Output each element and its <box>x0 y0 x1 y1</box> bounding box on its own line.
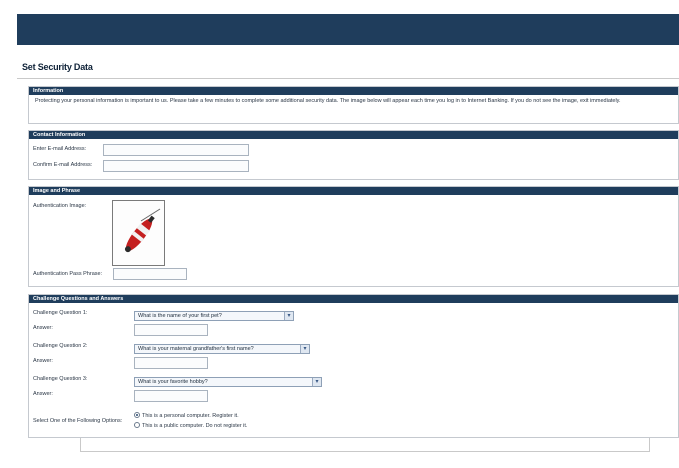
answer-2-field[interactable] <box>134 357 208 369</box>
page-title: Set Security Data <box>22 62 93 72</box>
information-header: Information <box>29 87 678 95</box>
answer-3-label: Answer: <box>33 391 53 397</box>
contact-header: Contact Information <box>29 131 678 139</box>
question-2-label: Challenge Question 2: <box>33 343 88 349</box>
chevron-down-icon: ▾ <box>284 312 293 320</box>
challenge-header: Challenge Questions and Answers <box>29 295 678 303</box>
option-personal-computer[interactable]: This is a personal computer. Register it… <box>134 412 239 419</box>
answer-1-label: Answer: <box>33 325 53 331</box>
answer-2-label: Answer: <box>33 358 53 364</box>
radio-button-selected[interactable] <box>134 412 140 418</box>
question-2-selected: What is your maternal grandfather's firs… <box>138 346 254 352</box>
question-3-select[interactable]: What is your favorite hobby? ▾ <box>134 377 322 387</box>
pass-phrase-label: Authentication Pass Phrase: <box>33 271 103 277</box>
options-label: Select One of the Following Options: <box>33 418 123 424</box>
chevron-down-icon: ▾ <box>312 378 321 386</box>
chevron-down-icon: ▾ <box>300 345 309 353</box>
top-banner <box>17 14 679 45</box>
auth-image-label: Authentication Image: <box>33 203 87 209</box>
form-footer <box>80 438 650 452</box>
image-phrase-section: Image and Phrase Authentication Image: A… <box>28 186 679 287</box>
answer-3-field[interactable] <box>134 390 208 402</box>
option-personal-label: This is a personal computer. Register it… <box>142 413 239 419</box>
email-field[interactable] <box>103 144 249 156</box>
pass-phrase-field[interactable] <box>113 268 187 280</box>
email-label: Enter E-mail Address: <box>33 146 87 152</box>
answer-1-field[interactable] <box>134 324 208 336</box>
question-1-select[interactable]: What is the name of your first pet? ▾ <box>134 311 294 321</box>
option-public-label: This is a public computer. Do not regist… <box>142 423 248 429</box>
option-public-computer[interactable]: This is a public computer. Do not regist… <box>134 422 247 429</box>
information-section: Information Protecting your personal inf… <box>28 86 679 124</box>
challenge-section: Challenge Questions and Answers Challeng… <box>28 294 679 438</box>
question-1-label: Challenge Question 1: <box>33 310 88 316</box>
confirm-email-label: Confirm E-mail Address: <box>33 162 93 168</box>
radio-button[interactable] <box>134 422 140 428</box>
image-phrase-header: Image and Phrase <box>29 187 678 195</box>
question-2-select[interactable]: What is your maternal grandfather's firs… <box>134 344 310 354</box>
fishing-bobber-icon <box>124 208 161 253</box>
authentication-image <box>112 200 165 266</box>
contact-section: Contact Information Enter E-mail Address… <box>28 130 679 180</box>
question-1-selected: What is the name of your first pet? <box>138 313 222 319</box>
information-text: Protecting your personal information is … <box>35 98 621 104</box>
confirm-email-field[interactable] <box>103 160 249 172</box>
title-divider <box>17 78 679 79</box>
question-3-label: Challenge Question 3: <box>33 376 88 382</box>
question-3-selected: What is your favorite hobby? <box>138 379 208 385</box>
